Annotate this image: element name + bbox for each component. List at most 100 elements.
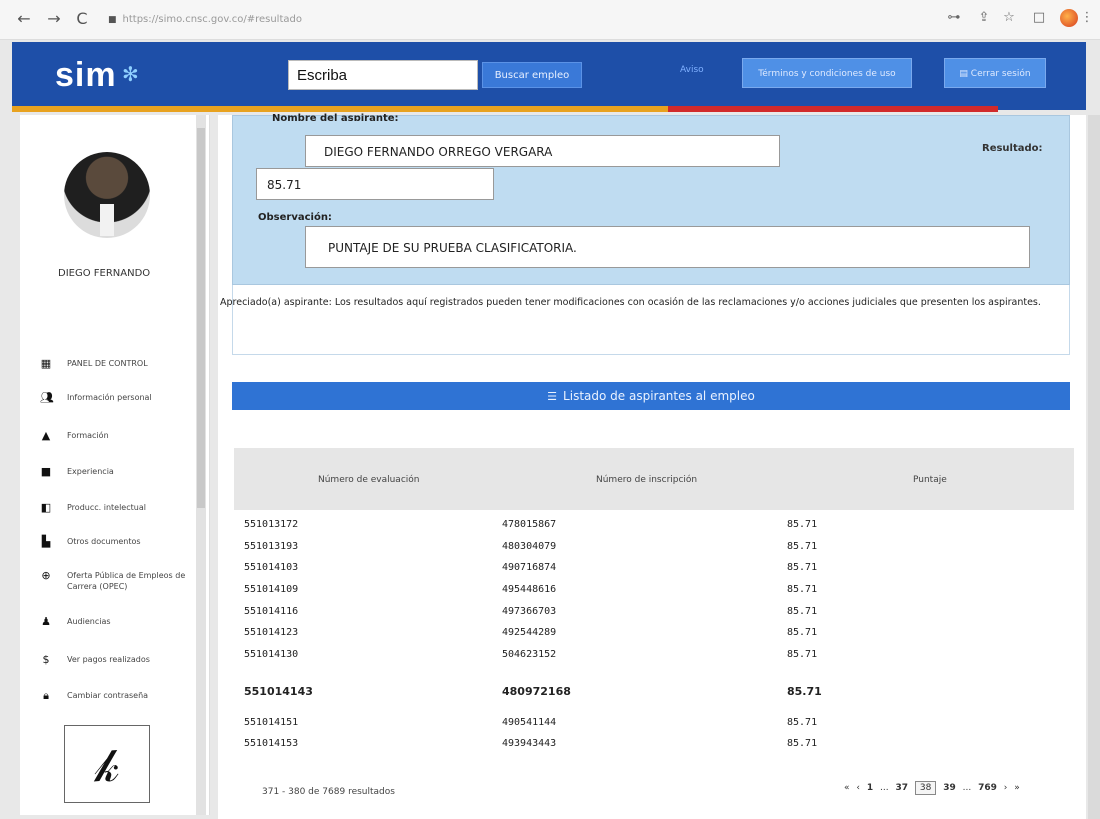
profile-avatar-icon[interactable] bbox=[1060, 9, 1078, 27]
sidebar-item-label: Experiencia bbox=[67, 467, 114, 476]
score-cell: 85.71 bbox=[787, 541, 818, 552]
lock-icon: ■ bbox=[108, 15, 117, 25]
list-icon: ☰ bbox=[547, 390, 558, 403]
notice-panel bbox=[232, 285, 1070, 355]
inscription-number-cell: 480972168 bbox=[502, 685, 571, 698]
score-cell: 85.71 bbox=[787, 584, 818, 595]
back-arrow-icon[interactable]: ← bbox=[14, 9, 34, 29]
applicant-name-field: DIEGO FERNANDO ORREGO VERGARA bbox=[305, 135, 780, 167]
forward-arrow-icon[interactable]: → bbox=[44, 9, 64, 29]
audience-icon: ♟ bbox=[41, 615, 51, 628]
terms-button[interactable]: Términos y condiciones de uso bbox=[742, 58, 912, 88]
score-cell: 85.71 bbox=[787, 685, 822, 698]
inscription-number-cell: 478015867 bbox=[502, 519, 557, 530]
first-page-icon[interactable]: « bbox=[844, 783, 850, 793]
column-header-puntaje[interactable]: Puntaje bbox=[913, 475, 947, 485]
page-link[interactable]: 39 bbox=[943, 783, 956, 793]
key-icon[interactable]: ⊶ bbox=[945, 10, 963, 25]
pager-ellipsis: ... bbox=[962, 783, 972, 793]
aviso-link[interactable]: Aviso bbox=[680, 65, 704, 75]
observation-label: Observación: bbox=[258, 212, 332, 223]
pager-ellipsis: ... bbox=[880, 783, 889, 793]
share-icon[interactable]: ⇪ bbox=[975, 10, 993, 25]
score-cell: 85.71 bbox=[787, 606, 818, 617]
document-icon: ▙ bbox=[41, 535, 51, 548]
address-bar[interactable]: ■ https://simo.cnsc.gov.co/#resultado bbox=[108, 10, 868, 30]
kebab-menu-icon[interactable]: ⋮ bbox=[1078, 10, 1096, 25]
applicant-list-header[interactable]: ☰ Listado de aspirantes al empleo bbox=[232, 382, 1070, 410]
inscription-number-cell: 495448616 bbox=[502, 584, 557, 595]
sidebar-item-label: Cambiar contraseña bbox=[67, 691, 149, 700]
sidebar-item-label: Oferta Pública de Empleos de Carrera (OP… bbox=[67, 571, 186, 591]
page-link[interactable]: 1 bbox=[867, 783, 873, 793]
globe-icon: ⊕ bbox=[41, 569, 51, 582]
applicant-list-title: Listado de aspirantes al empleo bbox=[563, 389, 755, 403]
page-link[interactable]: 37 bbox=[895, 783, 908, 793]
graduation-icon: ▲ bbox=[41, 429, 51, 442]
simo-logo[interactable]: sim bbox=[55, 56, 117, 95]
page-link[interactable]: 769 bbox=[978, 783, 997, 793]
sidebar-scroll-thumb[interactable] bbox=[197, 128, 205, 508]
evaluation-number-cell: 551014130 bbox=[244, 649, 299, 660]
sidebar-item-label: Información personal bbox=[67, 393, 152, 402]
evaluation-number-cell: 551014103 bbox=[244, 562, 299, 573]
last-page-icon[interactable]: » bbox=[1014, 783, 1020, 793]
institution-logo: 𝓀 bbox=[64, 725, 150, 803]
score-cell: 85.71 bbox=[787, 519, 818, 530]
sidebar-item-label: Ver pagos realizados bbox=[67, 655, 150, 664]
users-icon: 👥︎ bbox=[40, 391, 54, 404]
address-text: https://simo.cnsc.gov.co/#resultado bbox=[122, 14, 302, 25]
logout-button[interactable]: ▤ Cerrar sesión bbox=[944, 58, 1046, 88]
avatar-shirt bbox=[100, 204, 114, 236]
score-field: 85.71 bbox=[256, 168, 494, 200]
lock-icon: 🔒︎ bbox=[43, 689, 49, 702]
briefcase-icon: ■ bbox=[40, 465, 52, 478]
header-stripe-red bbox=[668, 106, 998, 112]
user-name: DIEGO FERNANDO bbox=[58, 268, 151, 279]
evaluation-number-cell: 551014153 bbox=[244, 738, 299, 749]
score-cell: 85.71 bbox=[787, 649, 818, 660]
evaluation-number-cell: 551014151 bbox=[244, 717, 299, 728]
search-job-button[interactable]: Buscar empleo bbox=[482, 62, 582, 88]
reload-icon[interactable]: C bbox=[72, 9, 92, 29]
inscription-number-cell: 497366703 bbox=[502, 606, 557, 617]
book-icon: ◧ bbox=[40, 501, 52, 514]
page-scrollbar[interactable] bbox=[1088, 115, 1100, 819]
evaluation-number-cell: 551014143 bbox=[244, 685, 313, 698]
evaluation-number-cell: 551014123 bbox=[244, 627, 299, 638]
sidebar-item-label: Otros documentos bbox=[67, 537, 141, 546]
job-search-input[interactable]: Escriba bbox=[288, 60, 478, 90]
score-cell: 85.71 bbox=[787, 562, 818, 573]
window-icon[interactable]: □ bbox=[1030, 10, 1048, 25]
dollar-icon: $ bbox=[42, 653, 50, 666]
sidebar-item-label: PANEL DE CONTROL bbox=[67, 359, 148, 368]
name-label: Nombre del aspirante: bbox=[272, 113, 399, 121]
sidebar-item-label: Producc. intelectual bbox=[67, 503, 146, 512]
inscription-number-cell: 480304079 bbox=[502, 541, 557, 552]
prev-page-icon[interactable]: ‹ bbox=[856, 783, 860, 793]
score-cell: 85.71 bbox=[787, 627, 818, 638]
star-icon[interactable]: ☆ bbox=[1000, 10, 1018, 25]
logout-label: Cerrar sesión bbox=[970, 69, 1031, 79]
evaluation-number-cell: 551013193 bbox=[244, 541, 299, 552]
score-cell: 85.71 bbox=[787, 738, 818, 749]
logout-icon: ▤ bbox=[959, 69, 971, 79]
inscription-number-cell: 493943443 bbox=[502, 738, 557, 749]
inscription-number-cell: 492544289 bbox=[502, 627, 557, 638]
evaluation-number-cell: 551014109 bbox=[244, 584, 299, 595]
evaluation-number-cell: 551014116 bbox=[244, 606, 299, 617]
column-header-inscripcion[interactable]: Número de inscripción bbox=[596, 475, 697, 485]
column-header-evaluacion[interactable]: Número de evaluación bbox=[318, 475, 419, 485]
inscription-number-cell: 490541144 bbox=[502, 717, 557, 728]
sidebar-item-label: Audiencias bbox=[67, 617, 111, 626]
results-count: 371 - 380 de 7689 resultados bbox=[262, 787, 395, 797]
notice-text: Apreciado(a) aspirante: Los resultados a… bbox=[220, 297, 1041, 308]
inscription-number-cell: 490716874 bbox=[502, 562, 557, 573]
score-cell: 85.71 bbox=[787, 717, 818, 728]
pagination: « ‹ 1 ... 37 38 39 ... 769 › » bbox=[842, 781, 1022, 801]
grid-icon: ▦ bbox=[40, 357, 52, 370]
inscription-number-cell: 504623152 bbox=[502, 649, 557, 660]
next-page-icon[interactable]: › bbox=[1004, 783, 1008, 793]
evaluation-number-cell: 551013172 bbox=[244, 519, 299, 530]
current-page[interactable]: 38 bbox=[914, 781, 937, 795]
